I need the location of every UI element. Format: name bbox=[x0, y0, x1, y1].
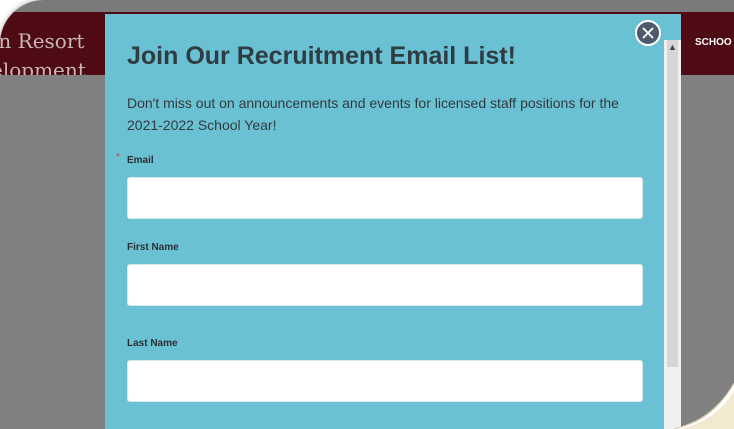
email-field[interactable] bbox=[127, 177, 643, 219]
last-name-label: Last Name bbox=[127, 338, 178, 349]
modal-scrollbar[interactable] bbox=[664, 40, 681, 429]
nav-item-schools[interactable]: SCHOO bbox=[695, 37, 732, 48]
modal-description: Don't miss out on announcements and even… bbox=[127, 95, 619, 133]
required-indicator: * bbox=[116, 152, 120, 163]
last-name-field[interactable] bbox=[127, 360, 643, 402]
email-label: Email bbox=[127, 155, 154, 166]
first-name-label: First Name bbox=[127, 242, 179, 253]
page-curl-decoration bbox=[672, 383, 734, 429]
first-name-field[interactable] bbox=[127, 264, 643, 306]
close-button[interactable] bbox=[635, 20, 661, 46]
close-icon bbox=[642, 27, 654, 39]
site-name-line1[interactable]: in Resort bbox=[0, 29, 84, 53]
scrollbar-thumb[interactable] bbox=[667, 40, 678, 367]
page-frame: in Resort elopment SCHOO ▲ Join Our Recr… bbox=[0, 0, 734, 429]
chevron-up-icon[interactable]: ▲ bbox=[664, 40, 681, 54]
modal-title: Join Our Recruitment Email List! bbox=[127, 42, 516, 70]
